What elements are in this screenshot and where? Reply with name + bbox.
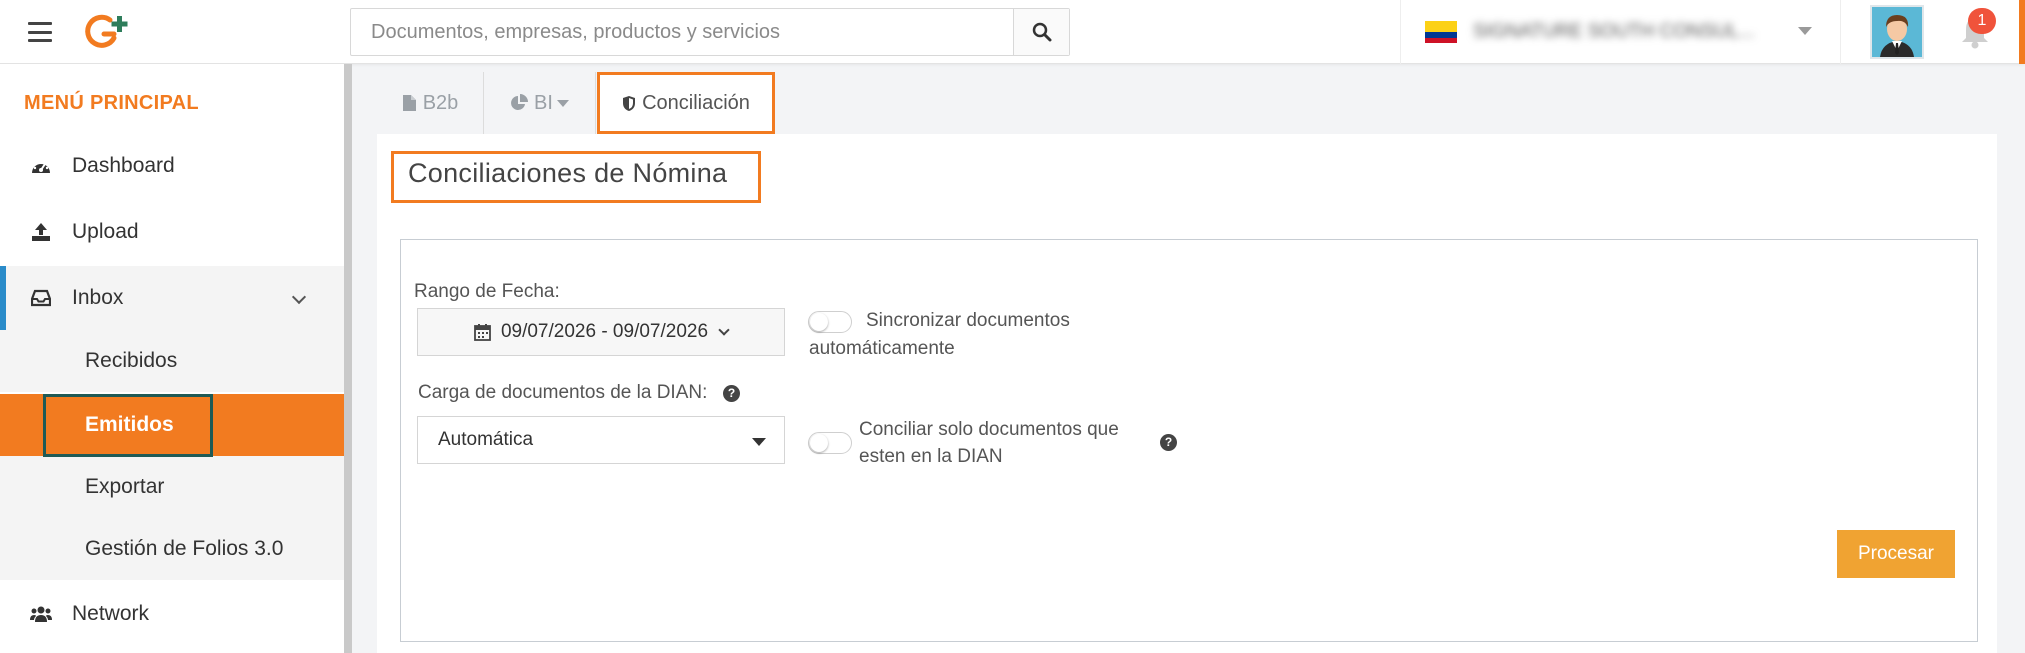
search-button[interactable] [1013, 9, 1069, 55]
avatar[interactable] [1870, 5, 1924, 59]
search-icon [1032, 22, 1051, 42]
menu-title: MENÚ PRINCIPAL [24, 92, 199, 114]
caret-down-icon [1798, 27, 1812, 35]
sidebar-item-inbox[interactable]: Inbox [0, 266, 344, 330]
sidebar-divider [344, 64, 352, 653]
sidebar-item-label: Upload [72, 220, 139, 243]
scrollbar-accent [2019, 0, 2025, 64]
highlight-box [43, 394, 213, 457]
shield-icon [622, 95, 636, 112]
sidebar-subitem-recibidos[interactable]: Recibidos [0, 330, 344, 392]
sidebar-subitem-label: Gestión de Folios 3.0 [85, 537, 284, 560]
company-selector[interactable]: SIGNATURE SOUTH CONSUL... [1400, 0, 1840, 64]
date-range-picker[interactable]: 09/07/2026 - 09/07/2026 [417, 308, 785, 356]
sidebar-item-dashboard[interactable]: Dashboard [0, 134, 344, 198]
conciliar-toggle-label: Conciliar solo documentos que [859, 419, 1119, 440]
tab-conciliacion[interactable]: Conciliación [597, 72, 775, 134]
conciliar-toggle-label-continued: esten en la DIAN [859, 446, 1003, 467]
tab-label: Conciliación [642, 91, 750, 114]
sidebar-item-label: Dashboard [72, 154, 175, 177]
help-icon[interactable]: ? [1160, 434, 1177, 451]
date-range-value: 09/07/2026 - 09/07/2026 [500, 321, 709, 342]
chevron-down-icon [291, 289, 307, 305]
toggle-knob [810, 434, 828, 452]
inbox-icon [30, 287, 52, 309]
sidebar-subitem-gestion-folios[interactable]: Gestión de Folios 3.0 [0, 518, 344, 580]
caret-down-icon [752, 438, 766, 446]
chevron-down-icon [718, 324, 730, 336]
conciliar-toggle[interactable] [808, 432, 852, 454]
tab-bi[interactable]: BI [484, 72, 596, 134]
dian-select-value: Automática [438, 429, 534, 450]
toggle-knob [810, 313, 828, 331]
users-icon [30, 603, 52, 625]
sync-toggle-label: Sincronizar documentos [866, 310, 1070, 331]
upload-icon [30, 221, 52, 243]
date-range-label: Rango de Fecha: [414, 281, 560, 302]
sync-toggle-label-continued: automáticamente [809, 338, 955, 359]
process-button[interactable]: Procesar [1837, 530, 1955, 578]
top-bar: SIGNATURE SOUTH CONSUL... 1 [0, 0, 2025, 64]
company-name: SIGNATURE SOUTH CONSUL... [1473, 21, 1755, 42]
file-icon [402, 94, 417, 112]
dashboard-icon [30, 155, 52, 177]
tab-label: B2b [422, 91, 459, 114]
pie-chart-icon [510, 94, 529, 112]
tabs-bar: B2b BI Conciliación [377, 72, 1997, 134]
sidebar-subitem-label: Exportar [85, 475, 165, 498]
logo[interactable] [84, 12, 134, 52]
help-icon[interactable]: ? [723, 385, 740, 402]
search-box [350, 8, 1070, 56]
caret-down-icon [556, 99, 569, 107]
dian-select[interactable]: Automática [417, 416, 785, 464]
tab-label: BI [534, 91, 553, 114]
calendar-icon [474, 323, 491, 341]
sync-toggle[interactable] [808, 311, 852, 333]
sidebar-item-network[interactable]: Network [0, 582, 344, 646]
sidebar-subitem-exportar[interactable]: Exportar [0, 456, 344, 518]
page-title: Conciliaciones de Nómina [408, 158, 728, 188]
sidebar-subitem-label: Recibidos [85, 349, 178, 372]
menu-icon[interactable] [28, 22, 52, 42]
search-input[interactable] [351, 9, 1015, 55]
sidebar-item-upload[interactable]: Upload [0, 200, 344, 264]
sidebar-item-label: Inbox [72, 286, 124, 309]
tab-b2b[interactable]: B2b [377, 72, 484, 134]
user-menu[interactable] [1840, 0, 1950, 64]
dian-label: Carga de documentos de la DIAN: [418, 382, 708, 403]
sidebar-item-label: Network [72, 602, 150, 625]
notification-badge[interactable]: 1 [1968, 8, 1996, 34]
colombia-flag-icon [1425, 21, 1457, 43]
